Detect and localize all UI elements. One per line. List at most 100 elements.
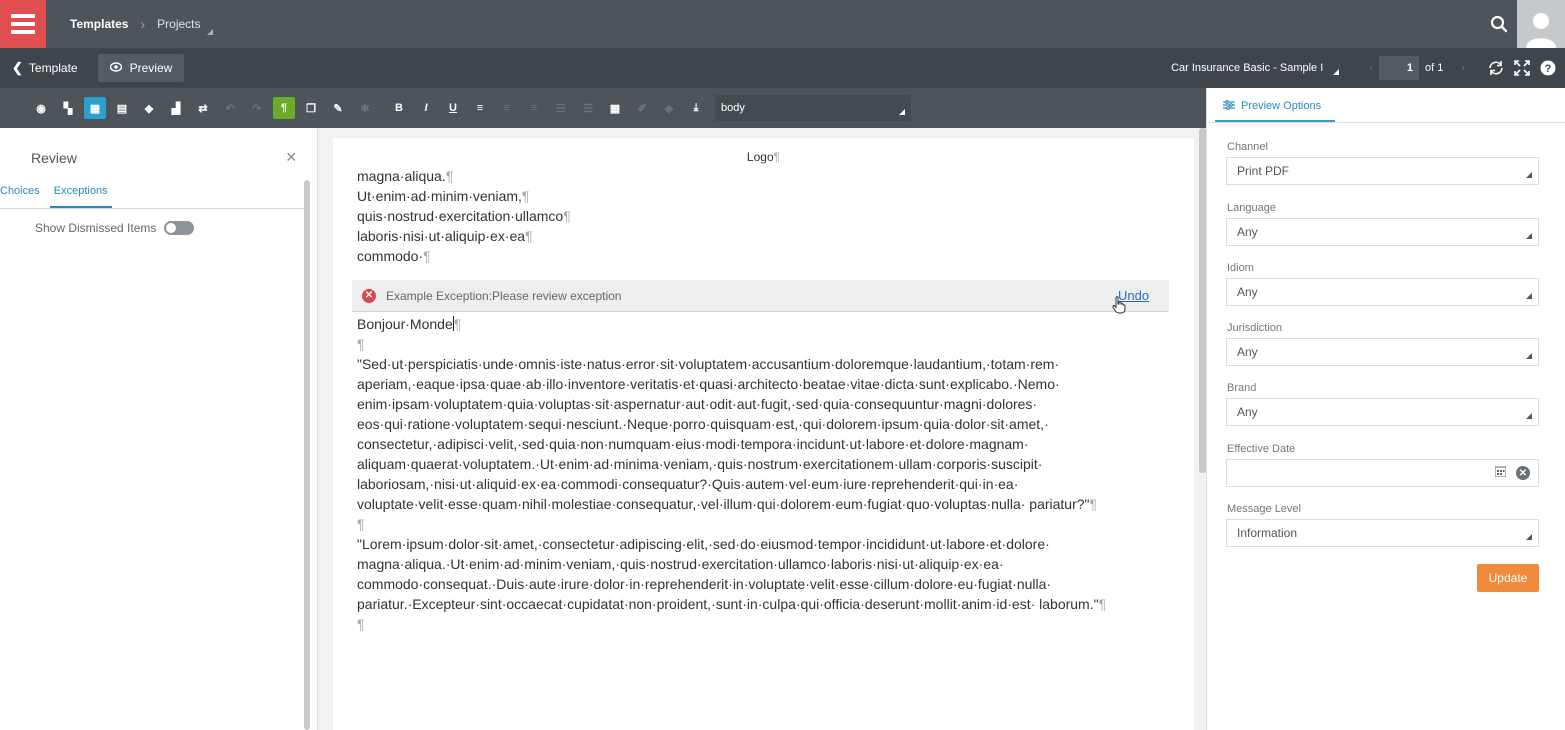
help-icon[interactable]: ?	[1535, 48, 1561, 88]
undo-icon[interactable]: ↶	[219, 97, 241, 119]
layers-icon[interactable]: ◆	[138, 97, 160, 119]
table-icon[interactable]: ▦	[84, 97, 106, 119]
grid-icon[interactable]: ▦	[604, 97, 626, 119]
brand-label: Brand	[1227, 382, 1257, 394]
binoculars-icon[interactable]: ▟	[165, 97, 187, 119]
document-select[interactable]: Car Insurance Basic - Sample I	[1171, 62, 1340, 75]
idiom-select[interactable]: Any	[1226, 278, 1539, 306]
document-page[interactable]: Logo¶ magna·aliqua.¶ Ut·enim·ad·minim·ve…	[333, 138, 1194, 730]
paragraph-style-select[interactable]: body	[715, 95, 911, 121]
transfer-icon[interactable]: ⇄	[192, 97, 214, 119]
next-page-icon[interactable]: ›	[1461, 62, 1465, 74]
copy-icon[interactable]: ❐	[300, 97, 322, 119]
paragraph: "Sed·ut·perspiciatis·unde·omnis·iste·nat…	[357, 356, 1090, 512]
tab-choices[interactable]: Choices	[0, 183, 40, 208]
effective-date-input[interactable]: ✕	[1226, 459, 1539, 487]
editor-toolbar: ◉ ▚ ▦ ▤ ◆ ▟ ⇄ ↶ ↷ ¶ ❐ ✎ ✱ B I U ≡ ≡ ≡ ☰ …	[0, 88, 1206, 128]
divider	[1207, 122, 1565, 123]
italic-icon[interactable]: I	[415, 97, 437, 119]
close-icon[interactable]: ×	[286, 148, 297, 166]
underline-icon[interactable]: U	[442, 97, 464, 119]
edit-icon[interactable]: ✎	[327, 97, 349, 119]
logo-text: Logo	[746, 150, 774, 164]
pilcrow-mark: ¶	[1098, 596, 1107, 612]
dropdown-corner-icon	[1333, 69, 1340, 75]
pilcrow-mark: ¶	[773, 150, 781, 164]
eye-icon[interactable]: ◉	[30, 97, 52, 119]
exception-banner: ✕ Example Exception:Please review except…	[352, 280, 1169, 314]
jurisdiction-select[interactable]: Any	[1226, 338, 1539, 366]
pilcrow-mark: ¶	[521, 188, 530, 204]
align-left-icon[interactable]: ≡	[469, 97, 491, 119]
sliders-icon	[1223, 99, 1235, 113]
bold-icon[interactable]: B	[388, 97, 410, 119]
chevron-left-icon: ❮	[12, 60, 23, 75]
pen-icon[interactable]: ✐	[631, 97, 653, 119]
map-icon[interactable]: ▚	[57, 97, 79, 119]
eye-icon	[109, 61, 122, 75]
pilcrow-mark: ¶	[445, 168, 454, 184]
dropdown-corner-icon	[1526, 534, 1532, 540]
back-label: Template	[28, 61, 78, 75]
preview-options-label: Preview Options	[1241, 100, 1322, 112]
channel-select[interactable]: Print PDF	[1226, 157, 1539, 185]
language-label: Language	[1227, 202, 1276, 214]
editor-scrollbar[interactable]	[1199, 128, 1206, 473]
list-icon[interactable]: ☰	[550, 97, 572, 119]
text-line: laboris·nisi·ut·aliquip·ex·ea	[357, 228, 526, 244]
jurisdiction-value: Any	[1237, 345, 1258, 359]
dropdown-corner-icon	[899, 109, 905, 115]
tab-preview-options[interactable]: Preview Options	[1215, 92, 1335, 122]
update-button[interactable]: Update	[1477, 564, 1539, 592]
fullscreen-icon[interactable]	[1509, 48, 1535, 88]
preview-options-panel: Preview Options Channel Print PDF Langua…	[1206, 88, 1565, 730]
calendar-icon[interactable]	[1494, 466, 1507, 480]
language-select[interactable]: Any	[1226, 218, 1539, 246]
breadcrumb-projects[interactable]: Projects	[157, 17, 200, 31]
pilcrow-mark: ¶	[563, 208, 571, 224]
tab-exceptions[interactable]: Exceptions	[49, 183, 112, 208]
search-icon[interactable]	[1481, 0, 1517, 48]
redo-icon[interactable]: ↷	[246, 97, 268, 119]
align-right-icon[interactable]: ≡	[523, 97, 545, 119]
preview-button[interactable]: Preview	[97, 54, 185, 82]
brand-select[interactable]: Any	[1226, 398, 1539, 426]
refresh-icon[interactable]	[1483, 48, 1509, 88]
show-dismissed-row: Show Dismissed Items	[35, 221, 195, 235]
numbered-list-icon[interactable]: ☰	[577, 97, 599, 119]
logo-placeholder: Logo¶	[333, 150, 1194, 164]
error-icon: ✕	[362, 288, 376, 303]
pilcrow-mark: ¶	[525, 228, 533, 244]
pilcrow-mark: ¶	[1089, 496, 1098, 512]
breadcrumb-templates[interactable]: Templates	[70, 17, 128, 31]
paragraph-style-value: body	[721, 102, 745, 114]
brand-value: Any	[1237, 405, 1258, 419]
effective-date-label: Effective Date	[1227, 443, 1296, 455]
review-tabs: Choices Exceptions	[0, 183, 306, 209]
intro-lines: magna·aliqua.¶ Ut·enim·ad·minim·veniam,¶…	[357, 166, 571, 266]
channel-label: Channel	[1227, 141, 1268, 153]
back-to-template-button[interactable]: ❮ Template	[2, 54, 88, 82]
prev-page-icon[interactable]: ‹	[1369, 62, 1373, 74]
text-line: quis·nostrud·exercitation·ullamco	[357, 208, 564, 224]
exception-message: Example Exception:Please review exceptio…	[386, 288, 622, 303]
preview-label: Preview	[129, 61, 173, 75]
dropdown-corner-icon[interactable]	[206, 29, 213, 35]
message-level-select[interactable]: Information	[1226, 519, 1539, 547]
pilcrow-mark: ¶	[357, 616, 365, 632]
menu-icon[interactable]	[0, 0, 46, 48]
database-icon[interactable]: ▤	[111, 97, 133, 119]
pilcrow-icon[interactable]: ¶	[273, 97, 295, 119]
align-center-icon[interactable]: ≡	[496, 97, 518, 119]
fill-icon[interactable]: ◈	[658, 97, 680, 119]
clear-icon[interactable]: ✕	[1516, 466, 1530, 480]
dropdown-corner-icon	[1526, 413, 1532, 419]
page-number-input[interactable]: 1	[1378, 56, 1419, 80]
avatar[interactable]	[1517, 0, 1565, 48]
show-dismissed-toggle[interactable]	[164, 221, 195, 235]
star-icon[interactable]: ✱	[354, 97, 376, 119]
import-icon[interactable]: ⤓	[685, 97, 707, 119]
pilcrow-mark: ¶	[357, 336, 365, 352]
heading-line: Bonjour·Monde	[357, 316, 453, 332]
review-scrollbar[interactable]	[304, 180, 310, 730]
